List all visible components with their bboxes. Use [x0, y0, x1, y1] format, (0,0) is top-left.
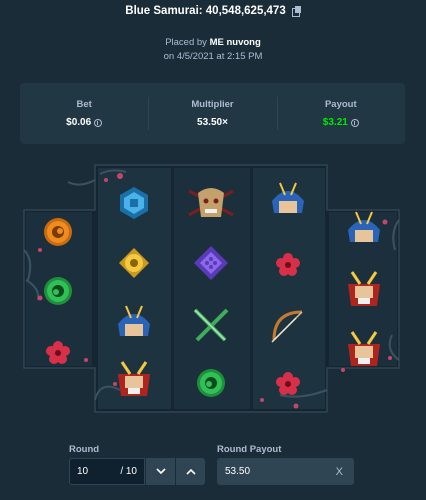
round-label: Round [69, 444, 100, 455]
placed-by-prefix: Placed by [165, 37, 207, 48]
payout-value: $3.21 [322, 117, 348, 128]
chevron-down-icon [155, 468, 166, 475]
round-input[interactable]: 10 / 10 [69, 458, 145, 485]
payout-stat: Payout $3.21 [276, 83, 405, 144]
bet-value-row: $0.06 [66, 117, 103, 128]
orange-mitsudomoe-coin-icon [44, 218, 72, 246]
slot-board-svg [23, 164, 400, 413]
bet-stats-panel: Bet $0.06 Multiplier 53.50× Payout $3.21 [20, 83, 405, 144]
multiplier-value: 53.50× [197, 117, 228, 128]
copy-icon[interactable] [291, 6, 301, 17]
green-mitsudomoe-coin-icon [44, 277, 72, 305]
round-controls: Round 10 / 10 Round Payout 53.50 X [0, 438, 426, 500]
round-payout-value: 53.50 [225, 466, 251, 477]
multiplier-stat: Multiplier 53.50× [148, 83, 276, 144]
bet-stat: Bet $0.06 [20, 83, 148, 144]
coin-icon [94, 118, 103, 127]
multiplier-label: Multiplier [191, 99, 234, 110]
payout-value-row: $3.21 [323, 117, 359, 128]
green-mitsudomoe-coin-icon [197, 369, 225, 397]
placed-by-user[interactable]: ME nuvong [210, 37, 261, 48]
payout-label: Payout [324, 99, 357, 110]
placed-date: on 4/5/2021 at 2:15 PM [163, 51, 263, 62]
round-next-button[interactable] [176, 458, 205, 485]
round-value: 10 [77, 466, 89, 477]
round-previous-button[interactable] [146, 458, 175, 485]
chevron-up-icon [185, 468, 196, 475]
bet-label: Bet [76, 99, 92, 110]
round-payout-field: 53.50 X [217, 458, 354, 485]
round-payout-label: Round Payout [217, 444, 282, 455]
round-payout-clear-icon: X [335, 465, 343, 478]
slot-board [0, 160, 426, 420]
bet-value: $0.06 [66, 117, 92, 128]
game-title-bar: Blue Samurai: 40,548,625,473 [0, 0, 426, 22]
round-total: / 10 [120, 466, 137, 477]
coin-icon [350, 118, 359, 127]
game-title: Blue Samurai: 40,548,625,473 [125, 5, 286, 17]
placed-info: Placed by ME nuvong on 4/5/2021 at 2:15 … [0, 36, 426, 64]
